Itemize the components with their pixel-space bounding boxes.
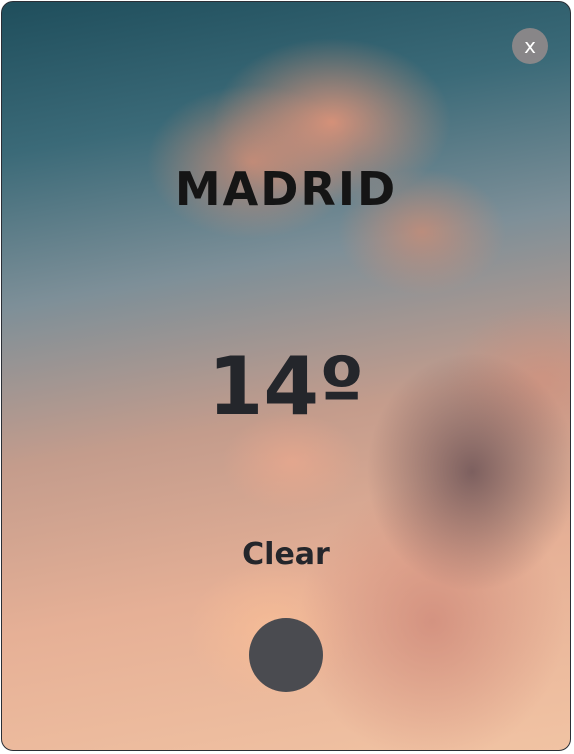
city-name: MADRID — [174, 162, 398, 216]
weather-condition: Clear — [242, 537, 330, 572]
weather-card: x MADRID 14º Clear — [1, 1, 571, 751]
temperature: 14º — [207, 340, 365, 433]
close-button[interactable]: x — [512, 28, 548, 64]
weather-status-icon — [249, 618, 323, 692]
